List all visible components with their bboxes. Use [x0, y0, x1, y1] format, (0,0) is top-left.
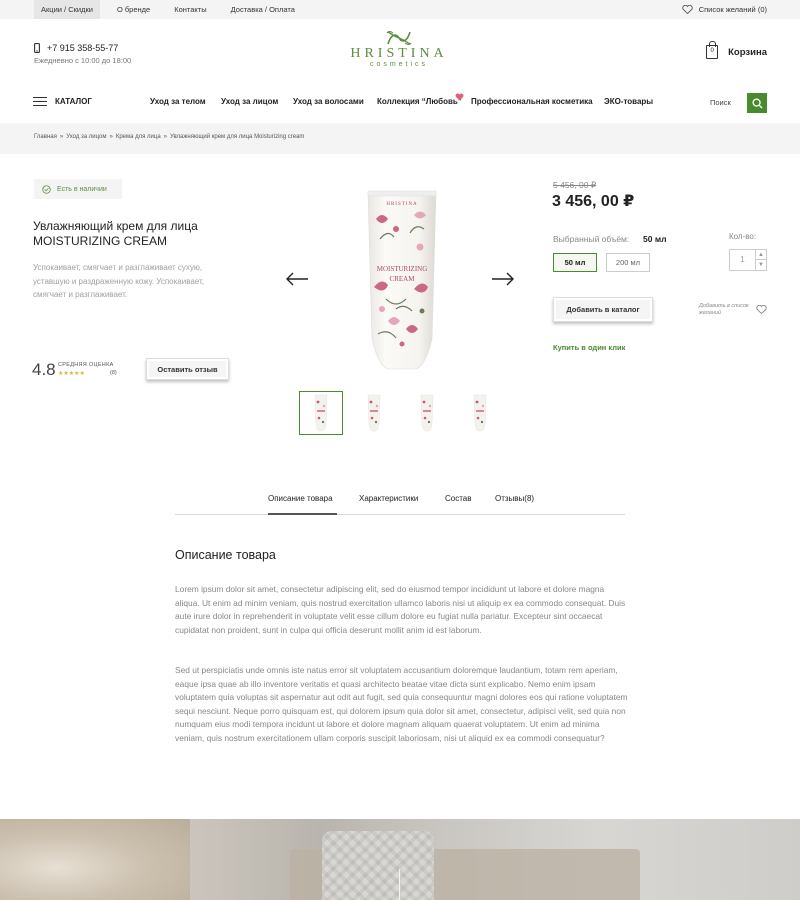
product-image: HRISTINA MOISTURIZING CREAM	[367, 190, 437, 370]
quantity-input[interactable]: 1	[730, 250, 756, 270]
logo[interactable]: HRISTINA cosmetics	[344, 30, 454, 78]
volume-option-50[interactable]: 50 мл	[553, 253, 597, 272]
product-tabs: Описание товара Характеристики Состав От…	[175, 485, 625, 515]
heart-icon	[682, 5, 693, 14]
thumbnail-image	[420, 394, 434, 432]
nav-item-love-collection[interactable]: Коллекция “Любовь”	[377, 97, 462, 109]
breadcrumb-current: Увлажняющий крем для лица Moisturizing c…	[170, 134, 305, 140]
check-circle-icon	[42, 184, 51, 194]
active-tab-indicator	[268, 513, 337, 515]
catalog-button[interactable]: КАТАЛОГ	[33, 97, 92, 106]
thumbnail[interactable]	[458, 391, 502, 435]
phone-number[interactable]: +7 915 358-55-77	[47, 43, 118, 53]
add-to-wishlist-link[interactable]: Добавить в список желаний	[699, 303, 759, 317]
rating-label: СРЕДНЯЯ ОЦЕНКА	[58, 362, 114, 368]
cart-icon: 0	[706, 41, 719, 59]
logo-brand: HRISTINA	[350, 46, 448, 61]
volume-label: Выбранный объём:	[553, 234, 630, 244]
phone-icon	[34, 43, 40, 53]
breadcrumb-separator: »	[163, 134, 168, 140]
working-hours: Ежедневно с 10:00 до 18:00	[34, 56, 132, 65]
tab-description[interactable]: Описание товара	[268, 494, 333, 503]
thumbnail-image	[367, 394, 381, 432]
top-links: Акции / Скидки О бренде Контакты Доставк…	[34, 0, 312, 19]
breadcrumb-home[interactable]: Главная	[34, 134, 57, 140]
heart-icon[interactable]	[756, 305, 767, 314]
top-link-delivery[interactable]: Доставка / Оплата	[224, 0, 302, 19]
banner-divider	[399, 869, 400, 900]
nav-item-body[interactable]: Уход за телом	[150, 97, 206, 109]
tab-ingredients[interactable]: Состав	[445, 494, 472, 503]
thumbnail-image	[314, 394, 328, 432]
quantity-stepper: 1 ▲ ▼	[729, 249, 767, 271]
breadcrumb-face-creams[interactable]: Крема для лица	[116, 134, 161, 140]
cart-button[interactable]: 0 Корзина	[706, 41, 767, 59]
rating-value: 4.8	[32, 360, 56, 379]
cart-count: 0	[710, 48, 714, 54]
tab-characteristics[interactable]: Характеристики	[359, 494, 418, 503]
buy-one-click-link[interactable]: Купить в один клик	[553, 343, 625, 352]
tab-reviews[interactable]: Отзывы(8)	[495, 494, 534, 503]
product-title-line2: MOISTURIZING CREAM	[33, 234, 167, 248]
thumbnail[interactable]	[352, 391, 396, 435]
thumbnail-image	[473, 394, 487, 432]
chevron-up-icon[interactable]: ▲	[756, 250, 766, 260]
thumbnail[interactable]	[405, 391, 449, 435]
menu-icon	[33, 97, 47, 106]
wishlist-link[interactable]: Список желаний (0)	[682, 0, 767, 19]
stock-status: Есть в наличии	[34, 179, 122, 199]
catalog-label: КАТАЛОГ	[55, 97, 92, 106]
search-button[interactable]	[747, 93, 767, 113]
top-link-contacts[interactable]: Контакты	[167, 0, 213, 19]
logo-mark-icon	[386, 31, 412, 45]
description-title: Описание товара	[175, 548, 276, 562]
logo-subtitle: cosmetics	[369, 61, 429, 68]
description-paragraph-1: Lorem ipsum dolor sit amet, consectetur …	[175, 584, 626, 635]
breadcrumb-bar: Главная» Уход за лицом» Крема для лица» Увл…	[0, 123, 800, 154]
thumbnail[interactable]	[299, 391, 343, 435]
rating-count: (8)	[110, 370, 117, 376]
product-short-description: Успокаивает, смягчает и разглаживает сух…	[33, 263, 204, 299]
breadcrumb-separator: »	[109, 134, 113, 140]
arrow-right-icon[interactable]	[491, 272, 514, 286]
price: 3 456, 00 ₽	[552, 193, 635, 210]
breadcrumb: Главная» Уход за лицом» Крема для лица» Увл…	[34, 134, 304, 140]
tube-brand: HRISTINA	[386, 202, 417, 207]
add-to-cart-button[interactable]: Добавить в каталог	[553, 297, 653, 322]
heart-icon	[455, 93, 464, 101]
promo-banner	[0, 819, 800, 900]
top-bar: Акции / Скидки О бренде Контакты Доставк…	[0, 0, 800, 19]
leave-review-button[interactable]: Оставить отзыв	[146, 358, 229, 380]
nav-item-eco[interactable]: ЭКО-товары	[604, 97, 653, 109]
top-link-about[interactable]: О бренде	[110, 0, 157, 19]
stock-label: Есть в наличии	[57, 185, 107, 193]
tube-name-line2: CREAM	[390, 275, 416, 283]
banner-background	[0, 819, 190, 900]
nav-item-face[interactable]: Уход за лицом	[221, 97, 278, 109]
nav-item-professional[interactable]: Профессиональная косметика	[471, 97, 593, 109]
description-paragraph-2: Sed ut perspiciatis unde omnis iste natu…	[175, 665, 628, 743]
wishlist-label: Список желаний (0)	[698, 5, 767, 14]
tube-name-line1: MOISTURIZING	[377, 265, 428, 273]
product-title-line1: Увлажняющий крем для лица	[33, 219, 198, 233]
top-link-promotions[interactable]: Акции / Скидки	[34, 0, 100, 19]
old-price: 5 456, 00 ₽	[553, 180, 597, 190]
cart-label: Корзина	[728, 46, 767, 58]
volume-option-200[interactable]: 200 мл	[606, 253, 650, 272]
quantity-label: Кол-во:	[729, 232, 757, 241]
volume-value: 50 мл	[643, 234, 667, 244]
chevron-down-icon[interactable]: ▼	[756, 260, 766, 270]
banner-candle	[322, 831, 434, 900]
breadcrumb-face[interactable]: Уход за лицом	[66, 134, 106, 140]
search-input[interactable]: Поиск	[710, 98, 731, 107]
nav-item-hair[interactable]: Уход за волосами	[293, 97, 364, 109]
search-icon	[751, 97, 763, 109]
rating-stars: ★★★★★	[58, 371, 85, 377]
product-title: Увлажняющий крем для лица MOISTURIZING C…	[33, 219, 233, 249]
breadcrumb-separator: »	[59, 134, 64, 140]
arrow-left-icon[interactable]	[286, 272, 309, 286]
